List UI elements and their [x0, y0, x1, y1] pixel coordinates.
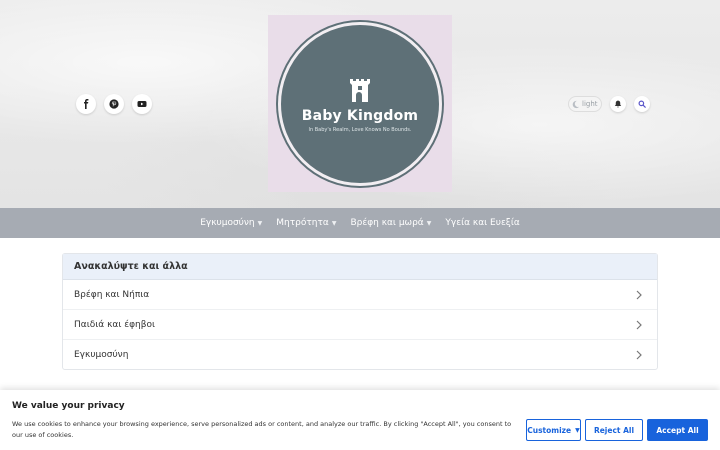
logo-tagline: In Baby's Realm, Love Knows No Bounds.: [308, 127, 412, 133]
site-header: Baby Kingdom In Baby's Realm, Love Knows…: [0, 0, 720, 208]
nav-item-label: Βρέφη και μωρά: [350, 218, 424, 228]
discover-title: Ανακαλύψτε και άλλα: [63, 254, 657, 280]
caret-down-icon: ▼: [426, 219, 432, 227]
caret-down-icon: ▼: [331, 219, 337, 227]
nav-item-label: Υγεία και Ευεξία: [445, 218, 520, 228]
list-item-label: Παιδιά και έφηβοι: [74, 319, 156, 330]
nav-item-motherhood[interactable]: Μητρότητα ▼: [276, 218, 336, 228]
search-icon: [638, 100, 646, 108]
facebook-icon: [84, 99, 89, 109]
customize-button[interactable]: Customize ▼: [526, 419, 581, 441]
youtube-link[interactable]: [132, 94, 152, 114]
accept-all-button[interactable]: Accept All: [647, 419, 708, 441]
main-nav: Εγκυμοσύνη ▼ Μητρότητα ▼ Βρέφη και μωρά …: [0, 208, 720, 238]
nav-item-label: Εγκυμοσύνη: [200, 218, 255, 228]
cookie-title: We value your privacy: [12, 401, 125, 411]
reject-all-button[interactable]: Reject All: [585, 419, 643, 441]
pinterest-link[interactable]: [104, 94, 124, 114]
nav-item-health[interactable]: Υγεία και Ευεξία: [445, 218, 519, 228]
list-item-label: Εγκυμοσύνη: [74, 350, 129, 360]
list-item-label: Βρέφη και Νήπια: [74, 289, 150, 300]
accept-label: Accept All: [656, 425, 699, 435]
chevron-right-icon: [636, 350, 642, 360]
customize-label: Customize: [527, 425, 572, 435]
header-tools: light: [568, 96, 650, 112]
facebook-link[interactable]: [76, 94, 96, 114]
moon-icon: [572, 100, 580, 108]
social-links: [76, 94, 152, 114]
list-item[interactable]: Βρέφη και Νήπια: [63, 280, 657, 310]
notifications-button[interactable]: [610, 96, 626, 112]
chevron-right-icon: [636, 290, 642, 299]
nav-item-babies[interactable]: Βρέφη και μωρά ▼: [350, 218, 431, 228]
caret-down-icon: ▼: [257, 219, 263, 227]
castle-icon: [350, 79, 370, 102]
theme-toggle-label: light: [582, 100, 598, 108]
nav-item-pregnancy[interactable]: Εγκυμοσύνη ▼: [200, 218, 262, 228]
chevron-right-icon: [636, 320, 642, 329]
list-item[interactable]: Παιδιά και έφηβοι: [63, 310, 657, 340]
list-item[interactable]: Εγκυμοσύνη: [63, 340, 657, 370]
nav-item-label: Μητρότητα: [276, 218, 329, 228]
cookie-text: We use cookies to enhance your browsing …: [12, 420, 512, 439]
caret-down-icon: ▼: [575, 426, 580, 434]
discover-more-box: Ανακαλύψτε και άλλα Βρέφη και Νήπια Παιδ…: [62, 253, 658, 370]
pinterest-icon: [109, 99, 119, 109]
logo-badge: Baby Kingdom In Baby's Realm, Love Knows…: [278, 21, 442, 186]
bell-icon: [614, 100, 622, 108]
reject-label: Reject All: [593, 425, 635, 435]
theme-toggle[interactable]: light: [568, 96, 602, 112]
youtube-icon: [137, 101, 147, 107]
logo-title: Baby Kingdom: [301, 108, 419, 124]
site-logo[interactable]: Baby Kingdom In Baby's Realm, Love Knows…: [268, 15, 452, 192]
search-button[interactable]: [634, 96, 650, 112]
